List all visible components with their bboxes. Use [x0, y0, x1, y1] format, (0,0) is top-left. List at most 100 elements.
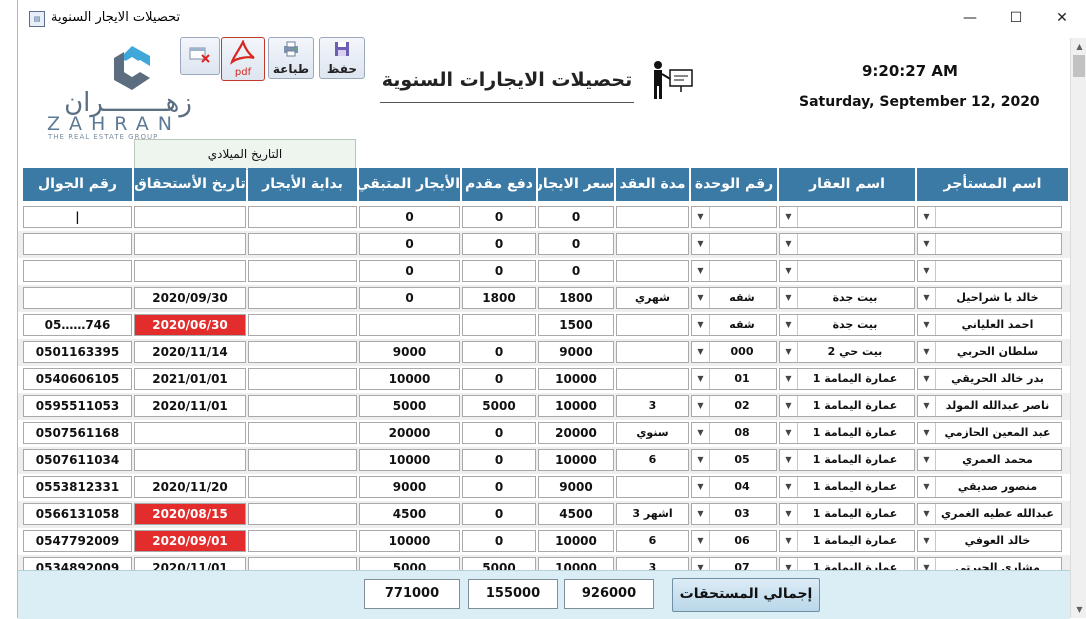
chevron-down-icon[interactable]: ▼: [780, 369, 798, 389]
duration-field[interactable]: [616, 314, 689, 336]
property-select[interactable]: بيت جدة ▼: [779, 287, 915, 309]
mobile-field[interactable]: |: [23, 206, 132, 228]
remaining-field[interactable]: 10000: [359, 530, 460, 552]
chevron-down-icon[interactable]: ▼: [692, 234, 710, 254]
due-date-field[interactable]: [134, 422, 246, 444]
remaining-field[interactable]: 10000: [359, 368, 460, 390]
tenant-select[interactable]: ▼: [917, 260, 1062, 282]
chevron-down-icon[interactable]: ▼: [918, 396, 936, 416]
due-date-field[interactable]: [134, 260, 246, 282]
rent-field[interactable]: 1500: [538, 314, 614, 336]
duration-field[interactable]: 6: [616, 449, 689, 471]
advance-field[interactable]: 0: [462, 476, 536, 498]
duration-field[interactable]: 6: [616, 530, 689, 552]
vertical-scrollbar[interactable]: ▲ ▼: [1070, 38, 1086, 618]
advance-field[interactable]: 0: [462, 503, 536, 525]
rent-field[interactable]: 10000: [538, 449, 614, 471]
chevron-down-icon[interactable]: ▼: [780, 504, 798, 524]
due-date-field[interactable]: 2020/06/30: [134, 314, 246, 336]
rent-field[interactable]: 20000: [538, 422, 614, 444]
start-date-field[interactable]: [248, 368, 357, 390]
chevron-down-icon[interactable]: ▼: [918, 315, 936, 335]
tenant-select[interactable]: خالد با شراحيل ▼: [917, 287, 1062, 309]
advance-field[interactable]: 5000: [462, 395, 536, 417]
chevron-down-icon[interactable]: ▼: [692, 504, 710, 524]
chevron-down-icon[interactable]: ▼: [780, 207, 798, 227]
chevron-down-icon[interactable]: ▼: [780, 423, 798, 443]
chevron-down-icon[interactable]: ▼: [692, 423, 710, 443]
chevron-down-icon[interactable]: ▼: [918, 261, 936, 281]
advance-field[interactable]: 1800: [462, 287, 536, 309]
mobile-field[interactable]: 0547792009: [23, 530, 132, 552]
unit-select[interactable]: 000 ▼: [691, 341, 777, 363]
property-select[interactable]: ▼: [779, 260, 915, 282]
rent-field[interactable]: 10000: [538, 530, 614, 552]
advance-field[interactable]: 0: [462, 422, 536, 444]
unit-select[interactable]: ▼: [691, 233, 777, 255]
mobile-field[interactable]: 0507561168: [23, 422, 132, 444]
mobile-field[interactable]: 0540606105: [23, 368, 132, 390]
due-date-field[interactable]: 2020/09/01: [134, 530, 246, 552]
remaining-field[interactable]: 9000: [359, 341, 460, 363]
tenant-select[interactable]: ▼: [917, 206, 1062, 228]
advance-field[interactable]: [462, 314, 536, 336]
mobile-field[interactable]: [23, 260, 132, 282]
tenant-select[interactable]: ناصر عبدالله المولد ▼: [917, 395, 1062, 417]
property-select[interactable]: عمارة اليمامة 1 ▼: [779, 395, 915, 417]
mobile-field[interactable]: 0553812331: [23, 476, 132, 498]
duration-field[interactable]: [616, 368, 689, 390]
remaining-field[interactable]: 4500: [359, 503, 460, 525]
mobile-field[interactable]: 05……746: [23, 314, 132, 336]
duration-field[interactable]: [616, 341, 689, 363]
start-date-field[interactable]: [248, 260, 357, 282]
due-date-field[interactable]: 2021/01/01: [134, 368, 246, 390]
unit-select[interactable]: 03 ▼: [691, 503, 777, 525]
duration-field[interactable]: [616, 233, 689, 255]
tenant-select[interactable]: عبدالله عطيه الغمري ▼: [917, 503, 1062, 525]
close-button[interactable]: ✕: [1042, 6, 1082, 30]
rent-field[interactable]: 4500: [538, 503, 614, 525]
chevron-down-icon[interactable]: ▼: [692, 207, 710, 227]
due-date-field[interactable]: 2020/09/30: [134, 287, 246, 309]
chevron-down-icon[interactable]: ▼: [780, 450, 798, 470]
duration-field[interactable]: اشهر 3: [616, 503, 689, 525]
property-select[interactable]: ▼: [779, 206, 915, 228]
unit-select[interactable]: 04 ▼: [691, 476, 777, 498]
mobile-field[interactable]: 0566131058: [23, 503, 132, 525]
rent-field[interactable]: 9000: [538, 341, 614, 363]
chevron-down-icon[interactable]: ▼: [918, 450, 936, 470]
duration-field[interactable]: سنوي: [616, 422, 689, 444]
property-select[interactable]: عمارة اليمامة 1 ▼: [779, 368, 915, 390]
advance-field[interactable]: 0: [462, 206, 536, 228]
start-date-field[interactable]: [248, 233, 357, 255]
advance-field[interactable]: 0: [462, 341, 536, 363]
close-form-button[interactable]: [180, 37, 220, 75]
start-date-field[interactable]: [248, 206, 357, 228]
mobile-field[interactable]: [23, 287, 132, 309]
start-date-field[interactable]: [248, 503, 357, 525]
due-date-field[interactable]: 2020/11/20: [134, 476, 246, 498]
tenant-select[interactable]: خالد العوفي ▼: [917, 530, 1062, 552]
chevron-down-icon[interactable]: ▼: [780, 288, 798, 308]
unit-select[interactable]: شقه ▼: [691, 287, 777, 309]
scroll-thumb[interactable]: [1073, 55, 1085, 77]
tenant-select[interactable]: محمد العمري ▼: [917, 449, 1062, 471]
chevron-down-icon[interactable]: ▼: [918, 288, 936, 308]
advance-field[interactable]: 0: [462, 368, 536, 390]
tenant-select[interactable]: منصور صديقي ▼: [917, 476, 1062, 498]
chevron-down-icon[interactable]: ▼: [692, 531, 710, 551]
duration-field[interactable]: [616, 476, 689, 498]
chevron-down-icon[interactable]: ▼: [918, 504, 936, 524]
start-date-field[interactable]: [248, 314, 357, 336]
advance-field[interactable]: 0: [462, 233, 536, 255]
chevron-down-icon[interactable]: ▼: [780, 531, 798, 551]
unit-select[interactable]: 05 ▼: [691, 449, 777, 471]
chevron-down-icon[interactable]: ▼: [692, 369, 710, 389]
property-select[interactable]: بيت حي 2 ▼: [779, 341, 915, 363]
advance-field[interactable]: 0: [462, 260, 536, 282]
remaining-field[interactable]: 0: [359, 287, 460, 309]
scroll-down-icon[interactable]: ▼: [1071, 601, 1086, 618]
maximize-button[interactable]: ☐: [996, 6, 1036, 30]
rent-field[interactable]: 10000: [538, 395, 614, 417]
property-select[interactable]: عمارة اليمامة 1 ▼: [779, 476, 915, 498]
